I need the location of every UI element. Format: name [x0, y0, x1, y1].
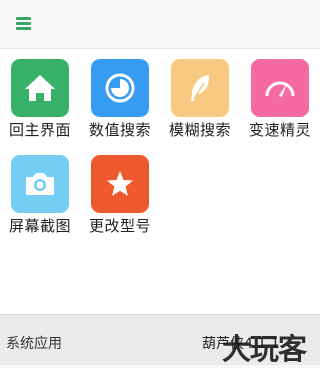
- feather-icon: [171, 59, 229, 117]
- star-icon: [91, 155, 149, 213]
- app-fuzzy-search[interactable]: 模糊搜索: [160, 49, 240, 139]
- app-screenshot[interactable]: 屏幕截图: [0, 145, 80, 235]
- app-label: 模糊搜索: [168, 121, 231, 139]
- top-bar: [0, 0, 320, 49]
- app-speed-genie[interactable]: 变速精灵: [240, 49, 320, 139]
- watermark: 大玩客: [222, 332, 307, 366]
- app-label: 数值搜索: [88, 121, 151, 139]
- hamburger-menu-icon[interactable]: [14, 12, 36, 34]
- app-label: 更改型号: [88, 217, 151, 235]
- app-value-search[interactable]: 数值搜索: [80, 49, 160, 139]
- app-label: 回主界面: [8, 121, 71, 139]
- app-grid: 回主界面 数值搜索 模糊搜索 变速精灵 屏幕截图 更改型号: [0, 49, 320, 314]
- footer-system-apps: 系统应用: [6, 336, 62, 352]
- speedometer-icon: [251, 59, 309, 117]
- app-label: 屏幕截图: [8, 217, 71, 235]
- camera-icon: [11, 155, 69, 213]
- home-icon: [11, 59, 69, 117]
- app-change-model[interactable]: 更改型号: [80, 145, 160, 235]
- pie-chart-icon: [91, 59, 149, 117]
- app-label: 变速精灵: [248, 121, 311, 139]
- app-home[interactable]: 回主界面: [0, 49, 80, 139]
